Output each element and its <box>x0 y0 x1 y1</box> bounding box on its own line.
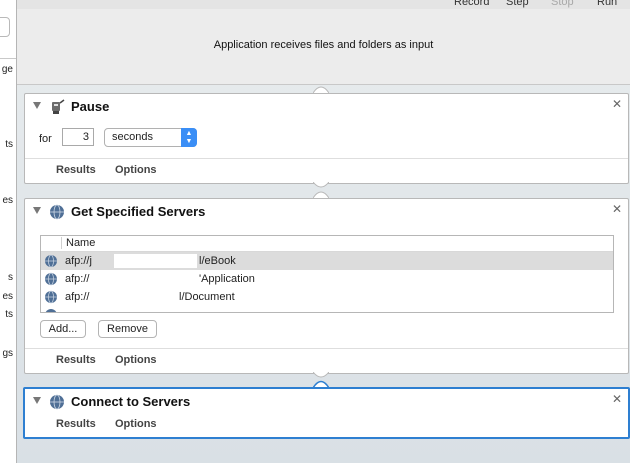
close-icon[interactable]: ✕ <box>612 202 622 216</box>
popup-arrows-icon: ▲ ▼ <box>181 128 197 147</box>
step-button[interactable]: Step <box>506 0 529 8</box>
results-tab[interactable]: Results <box>56 164 96 176</box>
server-url-suffix: l/Document <box>179 291 235 303</box>
library-search-field[interactable] <box>0 17 10 37</box>
action-pause[interactable]: Pause ✕ for 3 seconds ▲ ▼ Results Options <box>24 93 629 184</box>
action-connect-to-servers[interactable]: Connect to Servers ✕ Results Options <box>23 387 630 439</box>
run-button[interactable]: Run <box>597 0 617 8</box>
action-get-specified-servers[interactable]: Get Specified Servers ✕ Name afp://j l/e… <box>24 198 629 374</box>
disclosure-triangle-icon[interactable] <box>33 102 41 109</box>
options-tab[interactable]: Options <box>115 164 157 176</box>
server-url-suffix: l/eBook <box>199 255 236 267</box>
library-item-fragment[interactable]: es <box>2 195 13 206</box>
network-globe-icon <box>50 394 64 410</box>
server-url-prefix: afp:// <box>65 291 90 303</box>
library-panel: ge ts es s es ts gs <box>0 0 17 463</box>
close-icon[interactable]: ✕ <box>612 97 622 111</box>
disclosure-triangle-icon[interactable] <box>33 397 41 404</box>
server-url-prefix: afp://j <box>65 255 92 267</box>
server-globe-icon <box>45 290 57 304</box>
table-row[interactable]: afp:// l/Document <box>41 288 613 306</box>
workflow-area: Application receives files and folders a… <box>17 9 630 463</box>
options-tab[interactable]: Options <box>115 418 157 430</box>
redacted-block <box>114 254 197 268</box>
toolbar: Record Step Stop Run <box>17 0 630 9</box>
action-header: Get Specified Servers ✕ <box>25 199 628 225</box>
column-header-name[interactable]: Name <box>66 237 95 249</box>
add-button[interactable]: Add... <box>40 320 86 338</box>
action-header: Connect to Servers ✕ <box>25 389 628 415</box>
time-unit-popup[interactable]: seconds ▲ ▼ <box>104 128 197 147</box>
action-footer: Results Options <box>25 158 628 183</box>
action-header: Pause ✕ <box>25 94 628 120</box>
results-tab[interactable]: Results <box>56 418 96 430</box>
duration-field[interactable]: 3 <box>62 128 94 146</box>
action-connector <box>313 191 329 198</box>
results-tab[interactable]: Results <box>56 354 96 366</box>
library-item-fragment[interactable]: ts <box>5 309 13 320</box>
server-globe-icon <box>45 254 57 268</box>
table-row[interactable]: afp://j l/eBook <box>41 252 613 270</box>
action-title: Pause <box>71 99 110 114</box>
server-url-suffix: 'Application <box>199 273 255 285</box>
workflow-input-caption: Application receives files and folders a… <box>213 39 434 51</box>
network-globe-icon <box>50 204 64 220</box>
table-header: Name <box>41 236 613 252</box>
action-footer: Results Options <box>25 413 628 437</box>
time-unit-value: seconds <box>112 131 153 143</box>
action-title: Get Specified Servers <box>71 204 206 219</box>
stop-button[interactable]: Stop <box>551 0 574 8</box>
action-title: Connect to Servers <box>71 394 191 409</box>
for-label: for <box>39 133 52 145</box>
server-url-prefix: afp:// <box>65 273 90 285</box>
library-item-fragment[interactable]: ts <box>5 139 13 150</box>
automator-robot-icon <box>52 99 65 114</box>
servers-table[interactable]: Name afp://j l/eBook afp:// 'Application… <box>40 235 614 313</box>
table-row[interactable]: afp:// 'Application <box>41 270 613 288</box>
library-divider <box>0 58 16 59</box>
library-item-fragment[interactable]: s <box>8 272 13 283</box>
remove-button[interactable]: Remove <box>98 320 157 338</box>
close-icon[interactable]: ✕ <box>612 392 622 406</box>
workflow-input-header: Application receives files and folders a… <box>17 9 630 85</box>
server-globe-icon <box>45 309 57 312</box>
action-footer: Results Options <box>25 348 628 373</box>
action-connector <box>313 182 329 188</box>
library-item-fragment[interactable]: gs <box>2 348 13 359</box>
options-tab[interactable]: Options <box>115 354 157 366</box>
table-row-clipped <box>41 306 613 312</box>
disclosure-triangle-icon[interactable] <box>33 207 41 214</box>
action-connector <box>313 86 329 93</box>
library-item-fragment[interactable]: es <box>2 291 13 302</box>
server-globe-icon <box>45 272 57 286</box>
record-button[interactable]: Record <box>454 0 489 8</box>
library-item-fragment[interactable]: ge <box>2 64 13 75</box>
column-separator <box>61 237 62 249</box>
